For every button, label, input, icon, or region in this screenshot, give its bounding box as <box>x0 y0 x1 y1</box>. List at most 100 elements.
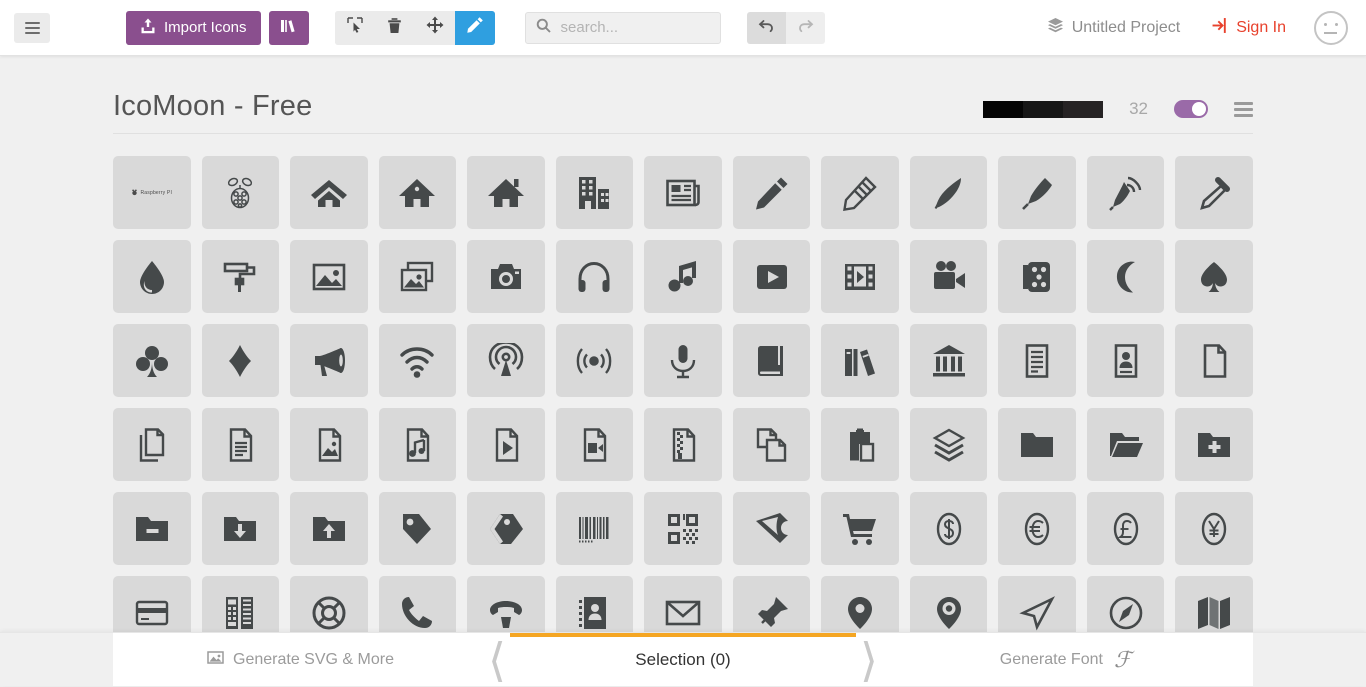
icon-tile[interactable] <box>733 156 811 229</box>
icon-tile[interactable] <box>998 492 1076 565</box>
search-input[interactable] <box>559 18 710 37</box>
select-tool-button[interactable] <box>335 11 375 45</box>
set-menu-button[interactable] <box>1234 102 1253 117</box>
neutral-face-icon <box>1324 32 1337 34</box>
import-icons-button[interactable]: Import Icons <box>126 11 261 45</box>
books-icon <box>842 343 878 379</box>
icon-tile[interactable] <box>379 408 457 481</box>
icon-tile[interactable] <box>644 240 722 313</box>
icon-tile[interactable] <box>1087 156 1165 229</box>
color-swatches[interactable] <box>983 101 1103 118</box>
chevron-right-icon[interactable]: ⟩ <box>854 633 884 686</box>
calculator-icon <box>222 595 258 631</box>
icon-tile[interactable] <box>733 408 811 481</box>
icon-tile[interactable] <box>113 492 191 565</box>
icon-tile[interactable] <box>467 492 545 565</box>
address-book-icon <box>576 595 612 631</box>
library-button[interactable] <box>269 11 309 45</box>
icon-tile[interactable] <box>202 156 280 229</box>
icon-tile[interactable] <box>467 240 545 313</box>
icon-tile[interactable] <box>733 240 811 313</box>
icon-tile[interactable] <box>821 492 899 565</box>
delete-tool-button[interactable] <box>375 11 415 45</box>
icon-tile[interactable] <box>556 240 634 313</box>
icon-tile[interactable] <box>910 492 988 565</box>
mic-icon <box>665 343 701 379</box>
compass-icon <box>1019 595 1055 631</box>
icon-tile[interactable] <box>556 156 634 229</box>
search-box[interactable] <box>525 12 721 44</box>
music-icon <box>665 259 701 295</box>
generate-font-button[interactable]: Generate Font ℱ <box>878 633 1253 686</box>
edit-tool-button[interactable] <box>455 11 495 45</box>
swatch-2[interactable] <box>1023 101 1063 118</box>
icon-tile[interactable] <box>1175 156 1253 229</box>
icon-tile[interactable] <box>1087 240 1165 313</box>
sign-in-button[interactable]: Sign In <box>1212 17 1286 39</box>
icon-tile[interactable] <box>467 324 545 397</box>
icon-tile[interactable] <box>644 156 722 229</box>
main-menu-button[interactable] <box>14 13 50 43</box>
icon-tile[interactable] <box>821 240 899 313</box>
icon-tile[interactable] <box>1087 324 1165 397</box>
icon-tile[interactable] <box>644 324 722 397</box>
icon-tile[interactable] <box>821 156 899 229</box>
undo-button[interactable] <box>747 12 786 44</box>
avatar[interactable] <box>1314 11 1348 45</box>
icon-tile[interactable] <box>998 324 1076 397</box>
project-button[interactable]: Untitled Project <box>1047 17 1181 39</box>
icon-tile[interactable] <box>910 240 988 313</box>
icon-tile[interactable] <box>113 324 191 397</box>
icon-tile[interactable] <box>379 240 457 313</box>
icon-tile[interactable] <box>1175 492 1253 565</box>
generate-svg-button[interactable]: Generate SVG & More <box>113 633 488 686</box>
icon-tile[interactable] <box>556 492 634 565</box>
icon-tile[interactable] <box>202 240 280 313</box>
chevron-left-icon[interactable]: ⟨ <box>482 633 512 686</box>
icon-tile[interactable] <box>821 408 899 481</box>
icon-tile[interactable]: Raspberry PI <box>113 156 191 229</box>
icon-tile[interactable] <box>910 324 988 397</box>
icon-tile[interactable] <box>467 156 545 229</box>
icon-tile[interactable] <box>1175 324 1253 397</box>
icon-tile[interactable] <box>1175 408 1253 481</box>
icon-tile[interactable] <box>1087 492 1165 565</box>
icon-tile[interactable] <box>202 324 280 397</box>
icon-tile[interactable] <box>290 492 368 565</box>
cart-icon <box>842 511 878 547</box>
icon-tile[interactable] <box>644 408 722 481</box>
redo-button[interactable] <box>786 12 825 44</box>
camera-icon <box>488 259 524 295</box>
icon-tile[interactable] <box>1175 240 1253 313</box>
icon-tile[interactable] <box>1087 408 1165 481</box>
icon-tile[interactable] <box>290 240 368 313</box>
icon-tile[interactable] <box>113 240 191 313</box>
icon-tile[interactable] <box>290 408 368 481</box>
set-visibility-toggle[interactable] <box>1174 100 1208 118</box>
icon-tile[interactable] <box>467 408 545 481</box>
icon-tile[interactable] <box>113 408 191 481</box>
icon-tile[interactable] <box>910 408 988 481</box>
icon-tile[interactable] <box>290 324 368 397</box>
icon-tile[interactable] <box>733 324 811 397</box>
swatch-1[interactable] <box>983 101 1023 118</box>
icon-tile[interactable] <box>379 324 457 397</box>
selection-tab[interactable]: ⟨ Selection (0) ⟩ <box>488 633 878 686</box>
icon-tile[interactable] <box>910 156 988 229</box>
icon-tile[interactable] <box>998 240 1076 313</box>
move-tool-button[interactable] <box>415 11 455 45</box>
icon-tile[interactable] <box>379 492 457 565</box>
blog-icon <box>1108 175 1144 211</box>
icon-tile[interactable] <box>733 492 811 565</box>
icon-tile[interactable] <box>821 324 899 397</box>
icon-tile[interactable] <box>556 324 634 397</box>
icon-tile[interactable] <box>644 492 722 565</box>
icon-tile[interactable] <box>379 156 457 229</box>
swatch-3[interactable] <box>1063 101 1103 118</box>
icon-tile[interactable] <box>202 408 280 481</box>
icon-tile[interactable] <box>998 408 1076 481</box>
icon-tile[interactable] <box>202 492 280 565</box>
icon-tile[interactable] <box>998 156 1076 229</box>
icon-tile[interactable] <box>290 156 368 229</box>
icon-tile[interactable] <box>556 408 634 481</box>
